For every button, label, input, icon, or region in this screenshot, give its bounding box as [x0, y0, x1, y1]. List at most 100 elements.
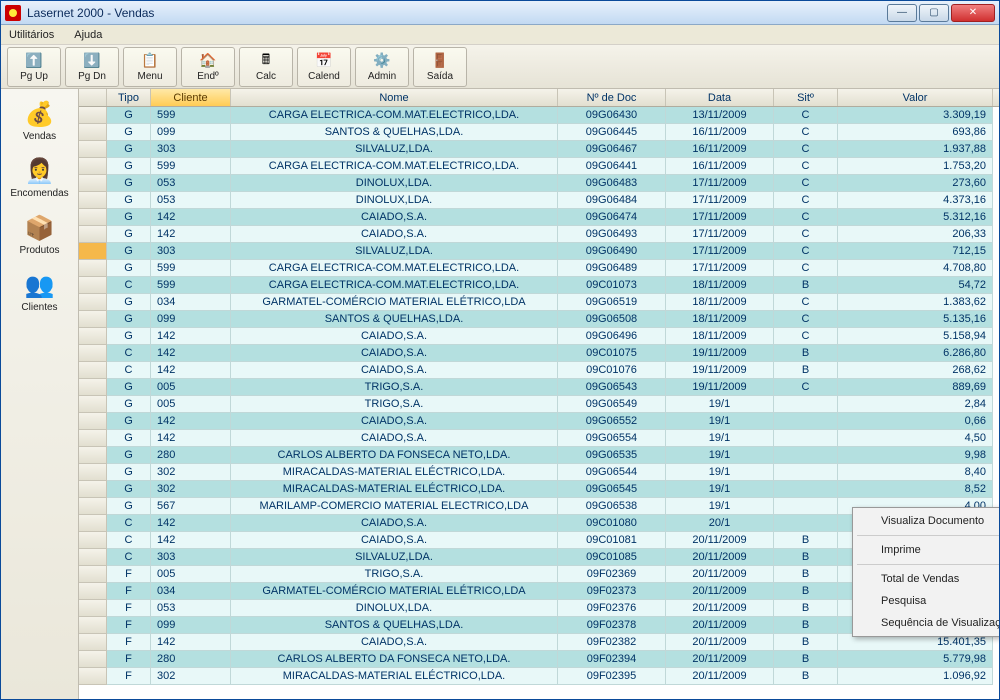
table-row[interactable]: G142CAIADO,S.A.09G0655419/14,50 — [79, 430, 999, 447]
cell-cliente: 142 — [151, 345, 231, 362]
cell-ndoc: 09G06445 — [558, 124, 666, 141]
cell-ndoc: 09G06549 — [558, 396, 666, 413]
sidebar-item-produtos[interactable]: 📦Produtos — [6, 207, 74, 264]
maximize-button[interactable]: ▢ — [919, 4, 949, 22]
table-row[interactable]: G053DINOLUX,LDA.09G0648317/11/2009C273,6… — [79, 175, 999, 192]
col-header-data[interactable]: Data — [666, 89, 774, 106]
table-row[interactable]: G302MIRACALDAS-MATERIAL ELÉCTRICO,LDA.09… — [79, 481, 999, 498]
cell-nome: TRIGO,S.A. — [231, 566, 558, 583]
cell-nome: CAIADO,S.A. — [231, 430, 558, 447]
table-row[interactable]: C142CAIADO,S.A.09C0107519/11/2009B6.286,… — [79, 345, 999, 362]
cm-visualiza-documento[interactable]: Visualiza Documento — [855, 510, 999, 532]
cell-nome: CAIADO,S.A. — [231, 345, 558, 362]
cell-tipo: G — [107, 243, 151, 260]
cell-sit: C — [774, 107, 838, 124]
cell-nome: MIRACALDAS-MATERIAL ELÉCTRICO,LDA. — [231, 481, 558, 498]
toolbar-label: Saída — [427, 71, 453, 82]
cell-ndoc: 09C01075 — [558, 345, 666, 362]
table-row[interactable]: G099SANTOS & QUELHAS,LDA.09G0650818/11/2… — [79, 311, 999, 328]
table-row[interactable]: G142CAIADO,S.A.09G0649618/11/2009C5.158,… — [79, 328, 999, 345]
cell-cliente: 303 — [151, 141, 231, 158]
cm-imprime[interactable]: Imprime▶ — [855, 539, 999, 561]
cell-sit: C — [774, 379, 838, 396]
col-header-cliente[interactable]: Cliente — [151, 89, 231, 106]
cm-pesquisa-label: Pesquisa — [881, 595, 926, 607]
cell-sit — [774, 413, 838, 430]
cell-tipo: G — [107, 209, 151, 226]
cm-total-vendas[interactable]: Total de Vendas — [855, 568, 999, 590]
table-row[interactable]: G599CARGA ELECTRICA-COM.MAT.ELECTRICO,LD… — [79, 107, 999, 124]
col-header-sit[interactable]: Sitº — [774, 89, 838, 106]
context-menu: Visualiza Documento Imprime▶ Total de Vend… — [852, 507, 999, 637]
table-row[interactable]: G303SILVALUZ,LDA.09G0646716/11/2009C1.93… — [79, 141, 999, 158]
toolbar-pg-dn[interactable]: ⬇️Pg Dn — [65, 47, 119, 87]
table-row[interactable]: C599CARGA ELECTRICA-COM.MAT.ELECTRICO,LD… — [79, 277, 999, 294]
data-grid[interactable]: Tipo Cliente Nome Nº de Doc Data Sitº Va… — [79, 89, 999, 699]
cell-cliente: 005 — [151, 566, 231, 583]
cell-nome: CAIADO,S.A. — [231, 209, 558, 226]
cell-ndoc: 09F02395 — [558, 668, 666, 685]
sidebar-item-vendas[interactable]: 💰Vendas — [6, 93, 74, 150]
cell-cliente: 303 — [151, 549, 231, 566]
toolbar-admin[interactable]: ⚙️Admin — [355, 47, 409, 87]
table-row[interactable]: F280CARLOS ALBERTO DA FONSECA NETO,LDA.0… — [79, 651, 999, 668]
minimize-button[interactable]: — — [887, 4, 917, 22]
table-row[interactable]: G005TRIGO,S.A.09G0654919/12,84 — [79, 396, 999, 413]
cm-pesquisa[interactable]: Pesquisa▶ — [855, 590, 999, 612]
table-row[interactable]: G599CARGA ELECTRICA-COM.MAT.ELECTRICO,LD… — [79, 260, 999, 277]
cell-data: 20/11/2009 — [666, 583, 774, 600]
toolbar-menu[interactable]: 📋Menu — [123, 47, 177, 87]
col-header-ndoc[interactable]: Nº de Doc — [558, 89, 666, 106]
cell-data: 20/11/2009 — [666, 634, 774, 651]
cell-sit: C — [774, 311, 838, 328]
table-row[interactable]: G302MIRACALDAS-MATERIAL ELÉCTRICO,LDA.09… — [79, 464, 999, 481]
cm-separator — [857, 535, 999, 536]
menu-ajuda[interactable]: Ajuda — [70, 27, 106, 43]
cell-cliente: 302 — [151, 668, 231, 685]
sidebar-item-clientes[interactable]: 👥Clientes — [6, 264, 74, 321]
cell-tipo: G — [107, 192, 151, 209]
toolbar-label: Admin — [368, 71, 396, 82]
table-row[interactable]: G053DINOLUX,LDA.09G0648417/11/2009C4.373… — [79, 192, 999, 209]
cell-ndoc: 09G06467 — [558, 141, 666, 158]
table-row[interactable]: G142CAIADO,S.A.09G0655219/10,66 — [79, 413, 999, 430]
col-header-nome[interactable]: Nome — [231, 89, 558, 106]
cm-sequencia[interactable]: Sequência de Visualização▶ — [855, 612, 999, 634]
table-row[interactable]: G280CARLOS ALBERTO DA FONSECA NETO,LDA.0… — [79, 447, 999, 464]
col-header-valor[interactable]: Valor — [838, 89, 993, 106]
cell-nome: SANTOS & QUELHAS,LDA. — [231, 124, 558, 141]
toolbar-calend[interactable]: 📅Calend — [297, 47, 351, 87]
toolbar-calc[interactable]: 🖩Calc — [239, 47, 293, 87]
cell-nome: CAIADO,S.A. — [231, 362, 558, 379]
cell-ndoc: 09G06430 — [558, 107, 666, 124]
table-row[interactable]: G005TRIGO,S.A.09G0654319/11/2009C889,69 — [79, 379, 999, 396]
cell-sit — [774, 396, 838, 413]
cell-sit: C — [774, 124, 838, 141]
sidebar-item-label: Produtos — [19, 245, 59, 256]
table-row[interactable]: G303SILVALUZ,LDA.09G0649017/11/2009C712,… — [79, 243, 999, 260]
col-marker[interactable] — [79, 89, 107, 106]
table-row[interactable]: G599CARGA ELECTRICA-COM.MAT.ELECTRICO,LD… — [79, 158, 999, 175]
cell-tipo: G — [107, 481, 151, 498]
cell-cliente: 005 — [151, 396, 231, 413]
row-marker — [79, 226, 107, 243]
cell-data: 16/11/2009 — [666, 158, 774, 175]
cell-nome: CAIADO,S.A. — [231, 515, 558, 532]
table-row[interactable]: G142CAIADO,S.A.09G0649317/11/2009C206,33 — [79, 226, 999, 243]
menu-utilitarios[interactable]: Utilitários — [5, 27, 58, 43]
titlebar[interactable]: Lasernet 2000 - Vendas — ▢ ✕ — [1, 1, 999, 25]
toolbar-endº[interactable]: 🏠Endº — [181, 47, 235, 87]
cell-valor: 4,50 — [838, 430, 993, 447]
col-header-tipo[interactable]: Tipo — [107, 89, 151, 106]
table-row[interactable]: G034GARMATEL-COMÉRCIO MATERIAL ELÉTRICO,… — [79, 294, 999, 311]
cell-data: 20/11/2009 — [666, 651, 774, 668]
table-row[interactable]: C142CAIADO,S.A.09C0107619/11/2009B268,62 — [79, 362, 999, 379]
cell-valor: 3.309,19 — [838, 107, 993, 124]
sidebar-item-encomendas[interactable]: 👩‍💼Encomendas — [6, 150, 74, 207]
toolbar-pg-up[interactable]: ⬆️Pg Up — [7, 47, 61, 87]
toolbar-saída[interactable]: 🚪Saída — [413, 47, 467, 87]
table-row[interactable]: G099SANTOS & QUELHAS,LDA.09G0644516/11/2… — [79, 124, 999, 141]
close-button[interactable]: ✕ — [951, 4, 995, 22]
table-row[interactable]: G142CAIADO,S.A.09G0647417/11/2009C5.312,… — [79, 209, 999, 226]
table-row[interactable]: F302MIRACALDAS-MATERIAL ELÉCTRICO,LDA.09… — [79, 668, 999, 685]
